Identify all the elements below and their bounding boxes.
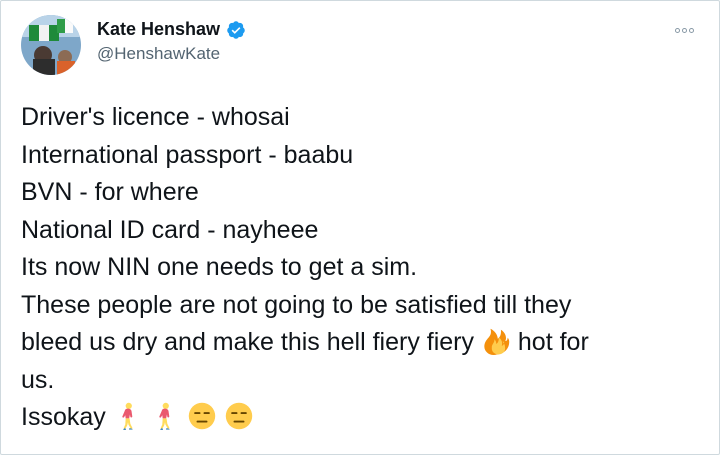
tweet-line: Driver's licence - whosai — [21, 103, 290, 131]
tweet-line: International passport - baabu — [21, 140, 354, 169]
handle[interactable]: @HenshawKate — [97, 44, 246, 64]
tweet-line: Issokay — [21, 399, 711, 437]
person-walking-emoji-icon — [151, 402, 179, 431]
expressionless-face-emoji-icon — [225, 402, 253, 430]
tweet-line: bleed us dry and make this hell fiery fi… — [21, 324, 711, 362]
tweet-line-part: bleed us dry and make this hell fiery fi… — [21, 328, 474, 356]
expressionless-face-emoji-icon — [188, 402, 216, 430]
verified-badge-icon — [226, 20, 246, 40]
tweet-line: These people are not going to be satisfi… — [21, 290, 572, 319]
fire-emoji-icon — [482, 327, 510, 355]
tweet-header: Kate Henshaw @HenshawKate — [21, 13, 701, 75]
tweet-line: us. — [21, 365, 55, 394]
tweet-line: Its now NIN one needs to get a sim. — [21, 253, 418, 281]
display-name[interactable]: Kate Henshaw — [97, 19, 220, 40]
tweet-line: National ID card - nayheee — [21, 215, 319, 244]
tweet-line-part: Issokay — [21, 403, 106, 431]
person-walking-emoji-icon — [114, 402, 142, 431]
tweet-line: BVN - for where — [21, 178, 199, 206]
tweet-text: Driver's licence - whosai International … — [21, 99, 711, 437]
more-options-icon[interactable] — [671, 23, 697, 37]
tweet-card: Kate Henshaw @HenshawKate Driver's licen… — [0, 0, 720, 455]
tweet-line-part: hot for — [517, 328, 589, 356]
avatar[interactable] — [21, 15, 81, 75]
